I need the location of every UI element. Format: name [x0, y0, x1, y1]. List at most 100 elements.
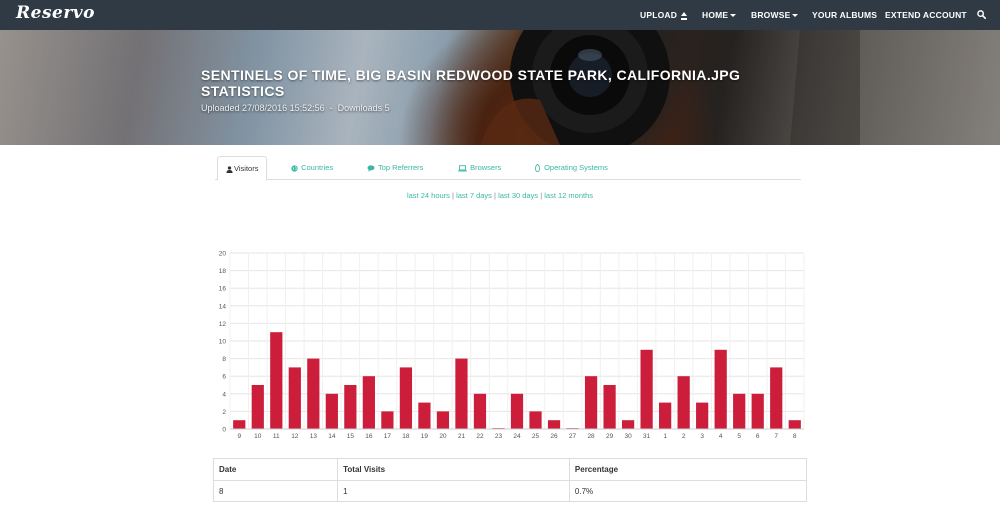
table-row: 8 1 0.7%	[212, 480, 808, 502]
x-tick-label: 20	[439, 433, 447, 440]
x-tick-label: 1	[663, 433, 667, 440]
tab-operating-systems[interactable]: Operating Systems	[534, 156, 608, 180]
chart-bar[interactable]	[473, 393, 487, 429]
chart-bar[interactable]	[603, 385, 616, 429]
column-header-date: Date	[212, 458, 339, 481]
visits-bar-chart: 024681012141618209 10 11 12 13 14 15 16 17 18 19 20…	[219, 251, 805, 440]
chart-bar[interactable]	[788, 420, 801, 429]
cell-total-visits: 1	[337, 480, 570, 502]
cell-date: 8	[212, 480, 339, 502]
date-range-links: last 24 hours | last 7 days | last 30 da…	[0, 191, 1000, 200]
y-tick-label: 8	[222, 356, 226, 363]
y-tick-label: 12	[219, 321, 227, 328]
chart-bar[interactable]	[233, 420, 246, 429]
x-tick-label: 19	[421, 433, 429, 440]
tab-visitors[interactable]: Visitors	[217, 156, 268, 181]
range-separator: |	[540, 191, 543, 200]
chart-bar[interactable]	[733, 393, 746, 429]
x-tick-label: 27	[569, 433, 577, 440]
range-30-days-link[interactable]: last 30 days	[498, 191, 538, 200]
x-tick-label: 21	[458, 433, 466, 440]
chart-bar[interactable]	[584, 376, 598, 429]
chart-bar[interactable]	[251, 385, 264, 429]
user-icon	[226, 165, 233, 173]
x-tick-label: 13	[310, 433, 318, 440]
y-tick-label: 18	[219, 268, 227, 275]
range-separator: |	[494, 191, 496, 200]
x-tick-label: 7	[774, 433, 778, 440]
y-tick-label: 10	[219, 339, 227, 346]
chart-bar[interactable]	[362, 376, 375, 429]
x-tick-label: 14	[328, 433, 336, 440]
x-tick-label: 4	[719, 433, 723, 440]
nav-home[interactable]: HOME	[702, 0, 737, 30]
tab-countries[interactable]: Countries	[291, 156, 333, 180]
download-count: Downloads 5	[337, 103, 390, 113]
upload-icon	[680, 11, 688, 20]
chart-bar[interactable]	[640, 349, 653, 429]
y-tick-label: 0	[222, 427, 226, 434]
caret-down-icon	[730, 14, 737, 18]
chart-bar[interactable]	[770, 367, 783, 429]
file-meta: Uploaded 27/08/2016 15:52:56- Downloads 5	[201, 103, 390, 113]
y-tick-label: 16	[219, 286, 227, 293]
page-title: SENTINELS OF TIME, BIG BASIN REDWOOD STA…	[201, 67, 741, 99]
nav-extend-account[interactable]: EXTEND ACCOUNT	[885, 0, 967, 30]
chart-bar[interactable]	[659, 402, 672, 429]
tab-browsers[interactable]: Browsers	[458, 156, 501, 180]
chart-bar[interactable]	[677, 376, 690, 429]
y-tick-label: 4	[222, 391, 226, 398]
table-header-row: Date Total Visits Percentage	[212, 458, 808, 481]
chart-bar[interactable]	[288, 367, 301, 429]
x-tick-label: 30	[624, 433, 632, 440]
visits-table: Date Total Visits Percentage 8 1 0.7%	[212, 458, 808, 502]
nav-browse[interactable]: BROWSE	[751, 0, 799, 30]
x-tick-label: 25	[532, 433, 540, 440]
chart-bar[interactable]	[455, 358, 468, 429]
search-icon[interactable]	[977, 10, 986, 19]
nav-upload[interactable]: UPLOAD	[640, 0, 688, 30]
x-tick-label: 31	[643, 433, 651, 440]
chart-bar[interactable]	[621, 420, 635, 429]
x-tick-label: 9	[237, 433, 241, 440]
x-tick-label: 10	[254, 433, 262, 440]
chart-bar[interactable]	[547, 420, 561, 429]
tab-operating-systems-label: Operating Systems	[544, 163, 608, 172]
column-header-percentage: Percentage	[568, 458, 808, 481]
chart-bar[interactable]	[381, 411, 394, 429]
stats-tabs: Visitors Countries Top Referrers Browser…	[215, 156, 801, 181]
x-tick-label: 2	[682, 433, 686, 440]
chart-bar[interactable]	[399, 367, 413, 429]
tab-top-referrers[interactable]: Top Referrers	[367, 156, 423, 180]
hero-banner: SENTINELS OF TIME, BIG BASIN REDWOOD STA…	[0, 30, 1000, 145]
x-tick-label: 8	[793, 433, 797, 440]
chart-bar[interactable]	[418, 402, 431, 429]
range-7-days-link[interactable]: last 7 days	[456, 191, 492, 200]
chart-bar[interactable]	[751, 393, 764, 429]
nav-your-albums[interactable]: YOUR ALBUMS	[812, 0, 877, 30]
x-tick-label: 11	[273, 433, 280, 440]
nav-browse-label: BROWSE	[751, 10, 791, 20]
meta-separator: -	[329, 103, 333, 113]
site-logo[interactable]: Reservo	[16, 3, 95, 23]
x-tick-label: 17	[384, 433, 392, 440]
range-24-hours-link[interactable]: last 24 hours	[407, 191, 450, 200]
x-tick-label: 29	[606, 433, 614, 440]
chart-bar[interactable]	[325, 393, 338, 429]
chart-bar[interactable]	[529, 411, 542, 429]
chart-bar[interactable]	[344, 385, 357, 429]
chart-bar[interactable]	[436, 411, 450, 429]
column-header-total-visits: Total Visits	[337, 458, 570, 481]
chart-bar[interactable]	[270, 332, 283, 429]
chart-bar[interactable]	[510, 393, 524, 429]
chart-bar[interactable]	[307, 358, 320, 429]
x-tick-label: 24	[513, 433, 521, 440]
chart-bar[interactable]	[714, 349, 727, 429]
y-tick-label: 2	[222, 409, 226, 416]
nav-upload-label: UPLOAD	[640, 10, 678, 20]
caret-down-icon	[792, 14, 799, 18]
x-tick-label: 6	[756, 433, 760, 440]
x-tick-label: 26	[550, 433, 558, 440]
chart-bar[interactable]	[696, 402, 709, 429]
range-12-months-link[interactable]: last 12 months	[544, 191, 593, 200]
